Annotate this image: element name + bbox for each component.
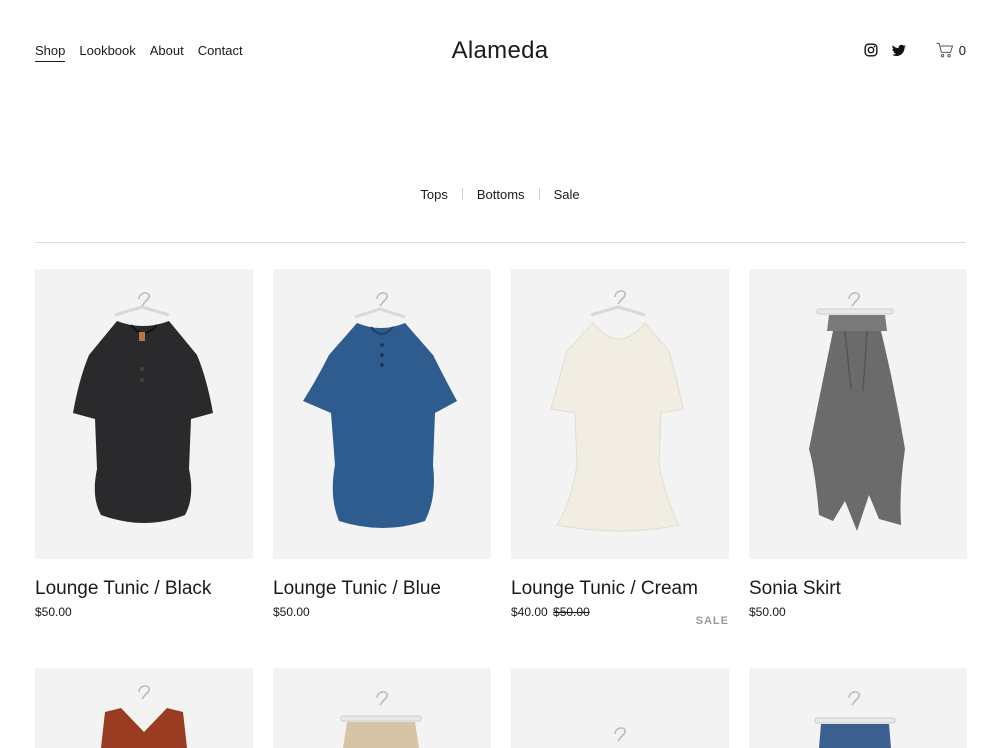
product-card[interactable]: Lounge Tunic / Blue $50.00	[273, 269, 491, 619]
product-image[interactable]	[511, 269, 729, 559]
tunic-black-image	[73, 292, 213, 523]
product-title[interactable]: Sonia Skirt	[749, 577, 967, 601]
product-card[interactable]	[35, 668, 253, 748]
rust-top-image	[101, 685, 187, 748]
beige-bottom-image	[340, 691, 422, 748]
product-image[interactable]	[35, 668, 253, 748]
product-price: $50.00	[749, 605, 786, 619]
tunic-blue-image	[303, 292, 457, 528]
category-tops-link[interactable]: Tops	[406, 187, 461, 202]
category-sale-link[interactable]: Sale	[540, 187, 594, 202]
product-card[interactable]: Lounge Tunic / Black $50.00	[35, 269, 253, 619]
product-title[interactable]: Lounge Tunic / Black	[35, 577, 253, 601]
tunic-cream-image	[550, 290, 684, 532]
instagram-icon[interactable]	[864, 43, 878, 57]
product-price: $50.00	[273, 605, 310, 619]
skirt-grey-image	[809, 292, 905, 531]
blue-bottom-image	[814, 691, 896, 748]
twitter-icon[interactable]	[891, 44, 906, 57]
cart-button[interactable]: 0	[936, 42, 966, 58]
product-image[interactable]	[273, 668, 491, 748]
product-image[interactable]	[273, 269, 491, 559]
sale-badge: SALE	[695, 615, 729, 627]
site-header: Shop Lookbook About Contact Alameda 0	[0, 0, 1000, 100]
product-card[interactable]	[273, 668, 491, 748]
product-card[interactable]: Lounge Tunic / Cream $40.00 $50.00 SALE	[511, 269, 729, 627]
product-image[interactable]	[511, 668, 729, 748]
product-image[interactable]	[749, 269, 967, 559]
hanger-image	[614, 727, 626, 742]
cart-count: 0	[958, 42, 966, 58]
product-card[interactable]	[749, 668, 967, 748]
product-card[interactable]	[511, 668, 729, 748]
product-title[interactable]: Lounge Tunic / Cream	[511, 577, 729, 601]
site-logo[interactable]: Alameda	[0, 37, 1000, 65]
product-card[interactable]: Sonia Skirt $50.00	[749, 269, 967, 619]
cart-icon	[936, 42, 953, 58]
product-title[interactable]: Lounge Tunic / Blue	[273, 577, 491, 601]
product-image[interactable]	[749, 668, 967, 748]
sale-price: $40.00	[511, 605, 548, 619]
category-bottoms-link[interactable]: Bottoms	[463, 187, 539, 202]
header-icons: 0	[864, 42, 966, 58]
divider	[35, 242, 966, 243]
category-nav: Tops Bottoms Sale	[0, 187, 1000, 202]
product-image[interactable]	[35, 269, 253, 559]
original-price: $50.00	[553, 605, 590, 619]
product-price: $50.00	[35, 605, 72, 619]
